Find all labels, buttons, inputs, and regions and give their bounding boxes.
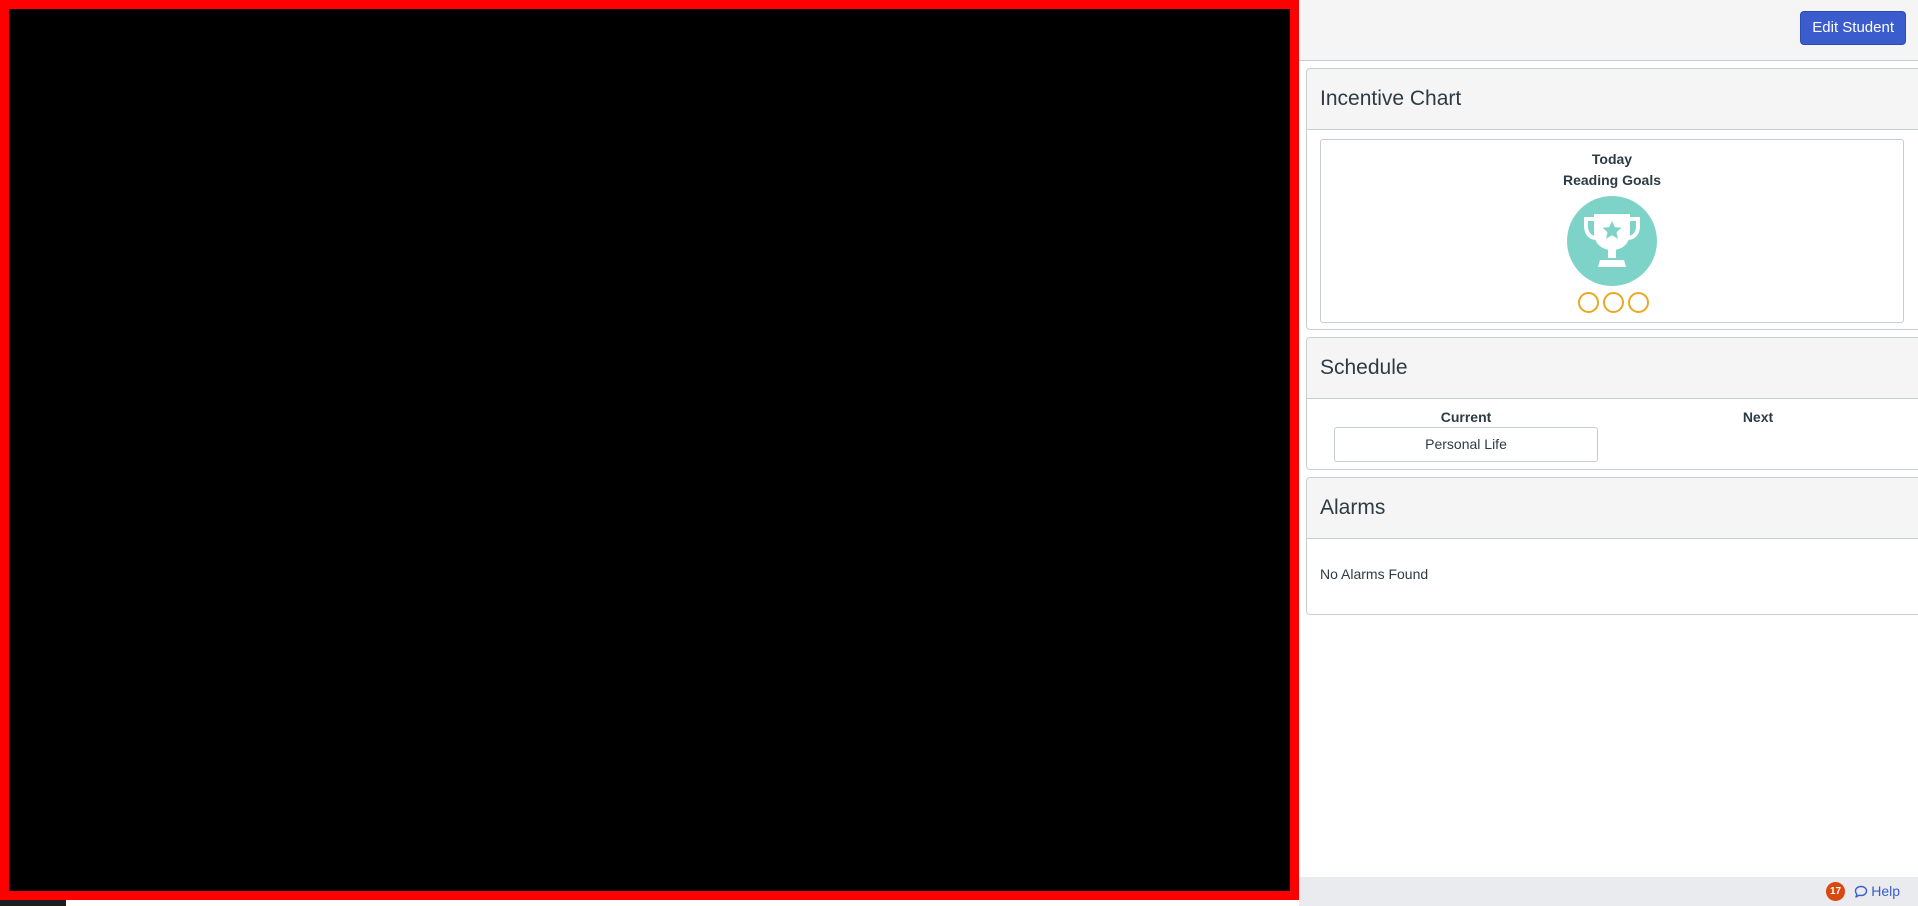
video-bottom-strip [0, 900, 1299, 906]
app-root: Edit Student Incentive Chart Today Readi… [0, 0, 1918, 906]
notification-badge[interactable]: 17 [1826, 882, 1845, 901]
incentive-chart-title: Incentive Chart [1307, 69, 1918, 130]
trophy-badge [1567, 196, 1657, 286]
goal-name: Reading Goals [1562, 172, 1662, 188]
edit-student-button[interactable]: Edit Student [1800, 11, 1906, 45]
video-bottom-strip-dark [0, 900, 66, 906]
goal-day-label: Today [1591, 151, 1633, 167]
chat-bubble-icon [1855, 886, 1868, 898]
help-label: Help [1871, 883, 1900, 899]
schedule-next-label: Next [1742, 409, 1774, 425]
progress-dot [1628, 292, 1649, 313]
video-preview [0, 0, 1299, 900]
footer-bar: 17 Help [1299, 877, 1918, 906]
schedule-title: Schedule [1307, 338, 1918, 399]
schedule-card: Schedule Current Next Personal Life [1306, 337, 1918, 470]
goal-progress-dots [1578, 292, 1650, 314]
side-panel-header: Edit Student [1299, 0, 1918, 61]
progress-dot [1578, 292, 1599, 313]
side-panel: Edit Student Incentive Chart Today Readi… [1299, 0, 1918, 906]
incentive-goal[interactable]: Today Reading Goals [1320, 139, 1904, 323]
progress-dot [1603, 292, 1624, 313]
incentive-chart-card: Incentive Chart Today Reading Goals [1306, 68, 1918, 330]
schedule-current-label: Current [1440, 409, 1492, 425]
alarms-empty-message: No Alarms Found [1320, 566, 1429, 582]
alarms-title: Alarms [1307, 478, 1918, 539]
help-button[interactable]: Help [1854, 882, 1900, 901]
schedule-current-item[interactable]: Personal Life [1334, 427, 1598, 462]
trophy-icon [1584, 214, 1640, 267]
alarms-card: Alarms No Alarms Found [1306, 477, 1918, 615]
